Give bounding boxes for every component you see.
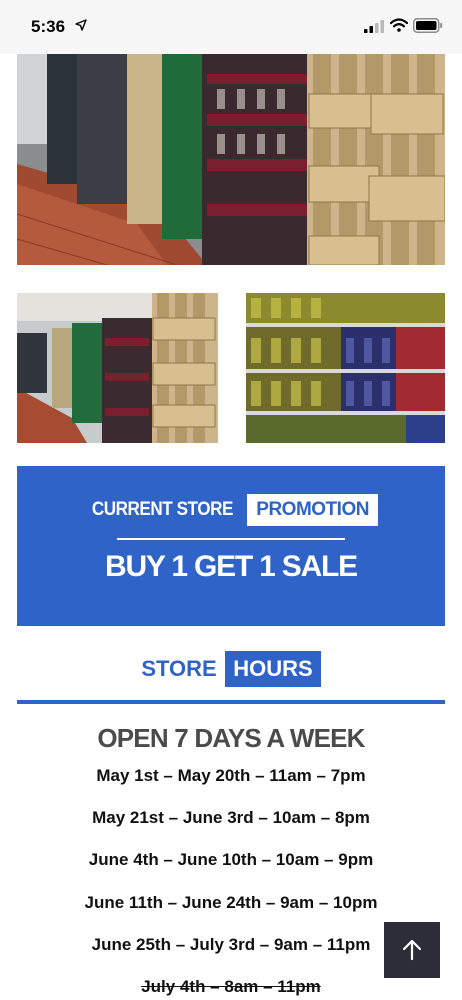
back-to-top-button[interactable]	[384, 922, 440, 978]
location-arrow-icon	[75, 19, 87, 31]
store-hours-heading-boxed: HOURS	[225, 651, 321, 687]
promotion-divider	[117, 538, 345, 540]
promotion-label-boxed: PROMOTION	[247, 494, 378, 526]
promotion-banner: CURRENT STORE PROMOTION BUY 1 GET 1 SALE	[17, 466, 445, 626]
schedule-line: June 11th – June 24th – 9am – 10pm	[84, 893, 378, 912]
store-hours-heading-plain: STORE	[141, 656, 217, 681]
promotion-label-plain: CURRENT STORE	[91, 499, 234, 520]
signal-icon	[364, 20, 384, 33]
arrow-up-icon	[402, 939, 422, 961]
store-hours-divider	[17, 700, 445, 704]
store-shelves-right-photo	[246, 293, 445, 443]
open-days-title: OPEN 7 DAYS A WEEK	[97, 723, 365, 753]
store-hours-heading: STORE HOURS	[0, 651, 462, 689]
schedule-line: July 4th – 8am – 11pm	[141, 977, 321, 996]
store-aisle-hero-photo	[17, 54, 445, 265]
schedule-line: May 1st – May 20th – 11am – 7pm	[96, 766, 366, 785]
schedule-line: June 4th – June 10th – 10am – 9pm	[88, 850, 374, 869]
status-time: 5:36	[31, 17, 66, 36]
status-bar: 5:36	[0, 0, 462, 54]
store-aisle-left-photo	[17, 293, 218, 443]
battery-icon	[413, 18, 443, 33]
schedule-line: May 21st – June 3rd – 10am – 8pm	[92, 808, 370, 827]
promotion-label-row: CURRENT STORE PROMOTION	[17, 494, 445, 528]
promotion-title: BUY 1 GET 1 SALE	[105, 550, 358, 583]
wifi-icon	[390, 18, 408, 32]
